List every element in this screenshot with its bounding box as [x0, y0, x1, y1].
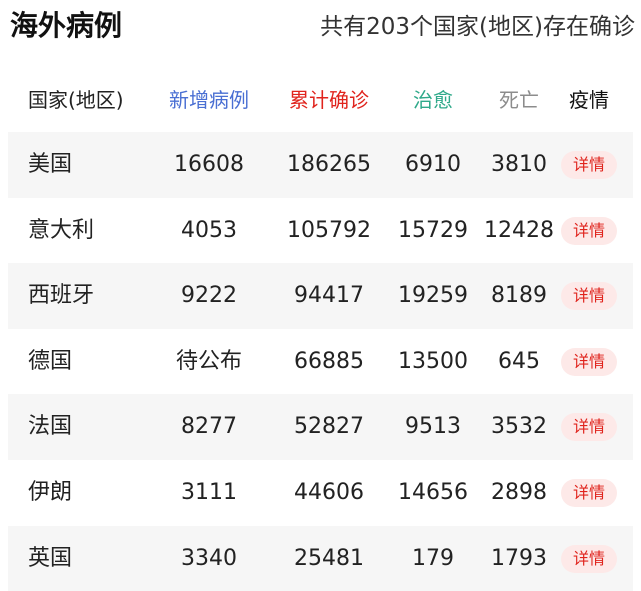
- header-deaths: 死亡: [499, 88, 539, 112]
- new-cases-value: 3340: [181, 545, 237, 571]
- deaths-value: 645: [498, 348, 540, 374]
- detail-cell: 详情: [560, 132, 618, 198]
- detail-cell: 详情: [560, 394, 618, 460]
- total-cases-value: 52827: [294, 414, 364, 440]
- new-cases-value: 16608: [174, 152, 244, 177]
- detail-button[interactable]: 详情: [561, 479, 617, 507]
- detail-button[interactable]: 详情: [561, 216, 617, 245]
- total-cases-value: 105792: [287, 217, 371, 243]
- detail-cell: 详情: [560, 329, 618, 395]
- deaths-value: 2898: [491, 480, 547, 505]
- table-row: 德国 待公布 66885 13500 645 详情: [8, 328, 633, 395]
- detail-button[interactable]: 详情: [561, 413, 617, 442]
- detail-cell: 详情: [560, 198, 618, 264]
- deaths-value: 1793: [491, 545, 547, 571]
- cured-value: 9513: [405, 414, 461, 440]
- table-row: 伊朗 3111 44606 14656 2898 详情: [8, 460, 633, 526]
- header-total-cases: 累计确诊: [289, 88, 369, 112]
- detail-button[interactable]: 详情: [561, 347, 617, 376]
- detail-cell: 详情: [560, 460, 618, 526]
- header-detail: 疫情: [569, 88, 609, 112]
- header-new-cases: 新增病例: [169, 88, 249, 112]
- country-count-summary: 共有203个国家(地区)存在确诊: [320, 14, 635, 40]
- deaths-value: 3810: [491, 152, 547, 177]
- new-cases-value: 3111: [181, 480, 237, 505]
- new-cases-value: 8277: [181, 414, 237, 440]
- page-title: 海外病例: [10, 9, 123, 42]
- table-row: 美国 16608 186265 6910 3810 详情: [8, 132, 633, 198]
- header-cured: 治愈: [413, 88, 453, 112]
- table-header: 国家(地区) 新增病例 累计确诊 治愈 死亡 疫情: [0, 72, 641, 128]
- overseas-cases-panel: 海外病例 共有203个国家(地区)存在确诊 国家(地区) 新增病例 累计确诊 治…: [0, 0, 641, 591]
- detail-button[interactable]: 详情: [561, 151, 617, 179]
- cured-value: 15729: [398, 217, 468, 243]
- total-cases-value: 44606: [294, 480, 364, 505]
- deaths-value: 12428: [484, 217, 554, 243]
- detail-button[interactable]: 详情: [561, 282, 617, 311]
- deaths-value: 3532: [491, 414, 547, 440]
- cured-value: 19259: [398, 283, 468, 309]
- table-row: 法国 8277 52827 9513 3532 详情: [8, 394, 633, 460]
- cured-value: 179: [412, 545, 454, 571]
- cured-value: 14656: [398, 480, 468, 505]
- country-name: 英国: [28, 545, 73, 571]
- total-cases-value: 94417: [294, 283, 364, 309]
- total-cases-value: 25481: [294, 545, 364, 571]
- country-name: 德国: [28, 348, 73, 374]
- detail-button[interactable]: 详情: [561, 544, 617, 573]
- cured-value: 6910: [405, 152, 461, 177]
- country-name: 伊朗: [28, 480, 73, 505]
- table-row: 西班牙 9222 94417 19259 8189 详情: [8, 263, 633, 329]
- table-row: 英国 3340 25481 179 1793 详情: [8, 525, 633, 591]
- cases-table: 美国 16608 186265 6910 3810 详情 意大利 4053 10…: [8, 132, 633, 591]
- detail-cell: 详情: [560, 263, 618, 329]
- header-country: 国家(地区): [28, 88, 124, 112]
- cured-value: 13500: [398, 348, 468, 374]
- new-cases-value: 9222: [181, 283, 237, 309]
- detail-cell: 详情: [560, 526, 618, 591]
- country-name: 法国: [28, 414, 73, 440]
- country-name: 西班牙: [28, 283, 95, 309]
- country-name: 意大利: [28, 217, 95, 243]
- total-cases-value: 186265: [287, 152, 371, 177]
- new-cases-value: 4053: [181, 217, 237, 243]
- country-name: 美国: [28, 152, 73, 177]
- deaths-value: 8189: [491, 283, 547, 309]
- new-cases-value: 待公布: [175, 348, 242, 374]
- table-row: 意大利 4053 105792 15729 12428 详情: [8, 197, 633, 264]
- total-cases-value: 66885: [294, 348, 364, 374]
